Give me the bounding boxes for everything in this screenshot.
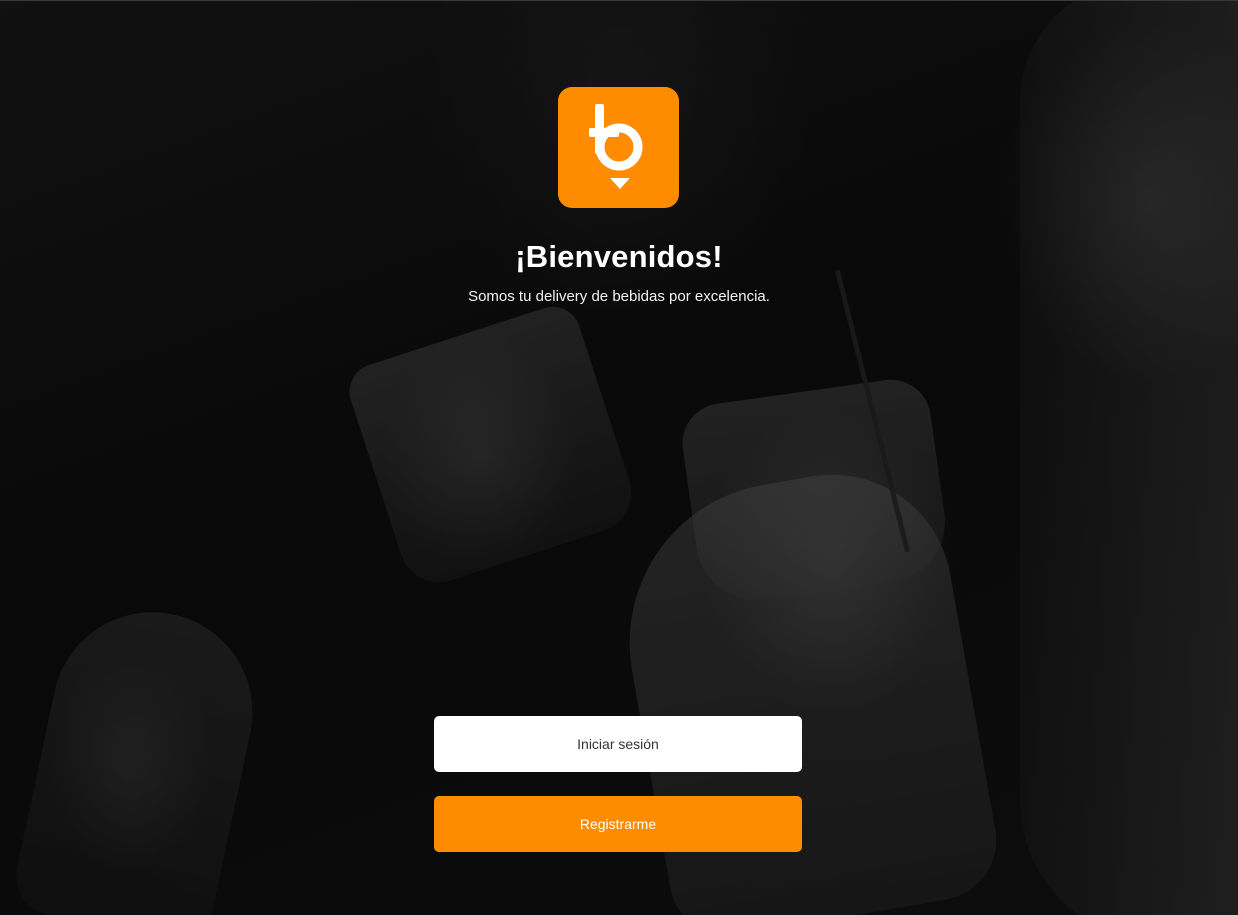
- b-pin-logo-icon: [589, 104, 643, 189]
- welcome-title: ¡Bienvenidos!: [515, 239, 723, 274]
- app-logo: [558, 87, 679, 208]
- welcome-subtitle: Somos tu delivery de bebidas por excelen…: [468, 288, 770, 305]
- welcome-content: ¡Bienvenidos! Somos tu delivery de bebid…: [0, 1, 1238, 915]
- login-button[interactable]: Iniciar sesión: [434, 716, 802, 772]
- register-button[interactable]: Registrarme: [434, 796, 802, 852]
- welcome-screen: ¡Bienvenidos! Somos tu delivery de bebid…: [0, 0, 1238, 915]
